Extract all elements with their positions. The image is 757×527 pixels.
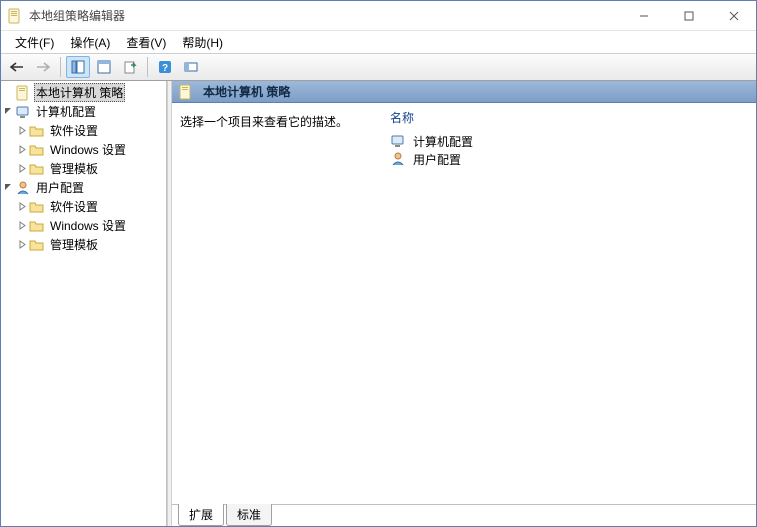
window-controls: [621, 1, 756, 30]
user-icon: [15, 180, 31, 196]
computer-icon: [15, 104, 31, 120]
tab-standard[interactable]: 标准: [226, 504, 272, 526]
details-title: 本地计算机 策略: [203, 83, 290, 100]
window-title: 本地组策略编辑器: [29, 7, 621, 24]
tree-label: 管理模板: [48, 159, 100, 178]
menu-help[interactable]: 帮助(H): [176, 32, 229, 53]
show-actions-button[interactable]: [179, 56, 203, 78]
tree-label: 软件设置: [48, 197, 100, 216]
details-pane: 本地计算机 策略 选择一个项目来查看它的描述。 名称 计算机配置 用户配置: [172, 81, 756, 526]
tree-label: 计算机配置: [34, 102, 98, 121]
properties-button[interactable]: [92, 56, 116, 78]
tree-label: Windows 设置: [48, 140, 128, 159]
description-column: 选择一个项目来查看它的描述。: [172, 103, 382, 504]
expand-icon[interactable]: [15, 124, 29, 138]
policy-icon: [15, 85, 31, 101]
details-tabs: 扩展 标准: [172, 504, 756, 526]
list-column: 名称 计算机配置 用户配置: [382, 103, 756, 504]
list-item-label: 用户配置: [413, 151, 461, 168]
expand-icon[interactable]: [15, 162, 29, 176]
menu-file[interactable]: 文件(F): [9, 32, 60, 53]
folder-icon: [29, 123, 45, 139]
title-bar: 本地组策略编辑器: [1, 1, 756, 31]
minimize-button[interactable]: [621, 1, 666, 30]
folder-icon: [29, 161, 45, 177]
folder-icon: [29, 237, 45, 253]
tree-windows-settings[interactable]: Windows 设置: [1, 140, 166, 159]
back-button[interactable]: [5, 56, 29, 78]
folder-icon: [29, 142, 45, 158]
collapse-icon[interactable]: [1, 181, 15, 195]
tree-admin-templates[interactable]: 管理模板: [1, 159, 166, 178]
show-tree-button[interactable]: [66, 56, 90, 78]
details-content: 选择一个项目来查看它的描述。 名称 计算机配置 用户配置: [172, 103, 756, 504]
maximize-button[interactable]: [666, 1, 711, 30]
export-button[interactable]: [118, 56, 142, 78]
app-window: 本地组策略编辑器 文件(F) 操作(A) 查看(V) 帮助(H) ?: [0, 0, 757, 527]
tree-windows-settings[interactable]: Windows 设置: [1, 216, 166, 235]
details-header: 本地计算机 策略: [172, 81, 756, 103]
folder-icon: [29, 199, 45, 215]
tree-label: 软件设置: [48, 121, 100, 140]
svg-text:?: ?: [162, 63, 168, 74]
help-button[interactable]: ?: [153, 56, 177, 78]
tree-label: 管理模板: [48, 235, 100, 254]
toolbar: ?: [1, 53, 756, 81]
menu-bar: 文件(F) 操作(A) 查看(V) 帮助(H): [1, 31, 756, 53]
user-icon: [390, 151, 406, 167]
expand-icon[interactable]: [15, 200, 29, 214]
tab-extended[interactable]: 扩展: [178, 504, 224, 526]
list-item-computer-config[interactable]: 计算机配置: [390, 132, 748, 150]
app-icon: [7, 8, 23, 24]
policy-tree: 本地计算机 策略 计算机配置: [1, 83, 166, 254]
collapse-icon[interactable]: [1, 105, 15, 119]
folder-icon: [29, 218, 45, 234]
tree-pane[interactable]: 本地计算机 策略 计算机配置: [1, 81, 167, 526]
tree-user-config[interactable]: 用户配置: [1, 178, 166, 197]
forward-button[interactable]: [31, 56, 55, 78]
menu-view[interactable]: 查看(V): [120, 32, 172, 53]
tree-software-settings[interactable]: 软件设置: [1, 197, 166, 216]
toolbar-separator: [60, 57, 61, 77]
toolbar-separator: [147, 57, 148, 77]
tree-root[interactable]: 本地计算机 策略: [1, 83, 166, 102]
computer-icon: [390, 133, 406, 149]
expand-icon[interactable]: [15, 143, 29, 157]
close-button[interactable]: [711, 1, 756, 30]
column-header-name[interactable]: 名称: [390, 109, 748, 126]
tree-software-settings[interactable]: 软件设置: [1, 121, 166, 140]
tree-admin-templates[interactable]: 管理模板: [1, 235, 166, 254]
body: 本地计算机 策略 计算机配置: [1, 81, 756, 526]
expand-icon[interactable]: [15, 238, 29, 252]
tree-label: Windows 设置: [48, 216, 128, 235]
description-prompt: 选择一个项目来查看它的描述。: [180, 113, 374, 130]
tree-computer-config[interactable]: 计算机配置: [1, 102, 166, 121]
expand-icon[interactable]: [15, 219, 29, 233]
tree-label: 本地计算机 策略: [34, 83, 125, 102]
list-item-user-config[interactable]: 用户配置: [390, 150, 748, 168]
list-item-label: 计算机配置: [413, 133, 473, 150]
policy-icon: [178, 84, 194, 100]
tree-label: 用户配置: [34, 178, 86, 197]
menu-action[interactable]: 操作(A): [64, 32, 116, 53]
